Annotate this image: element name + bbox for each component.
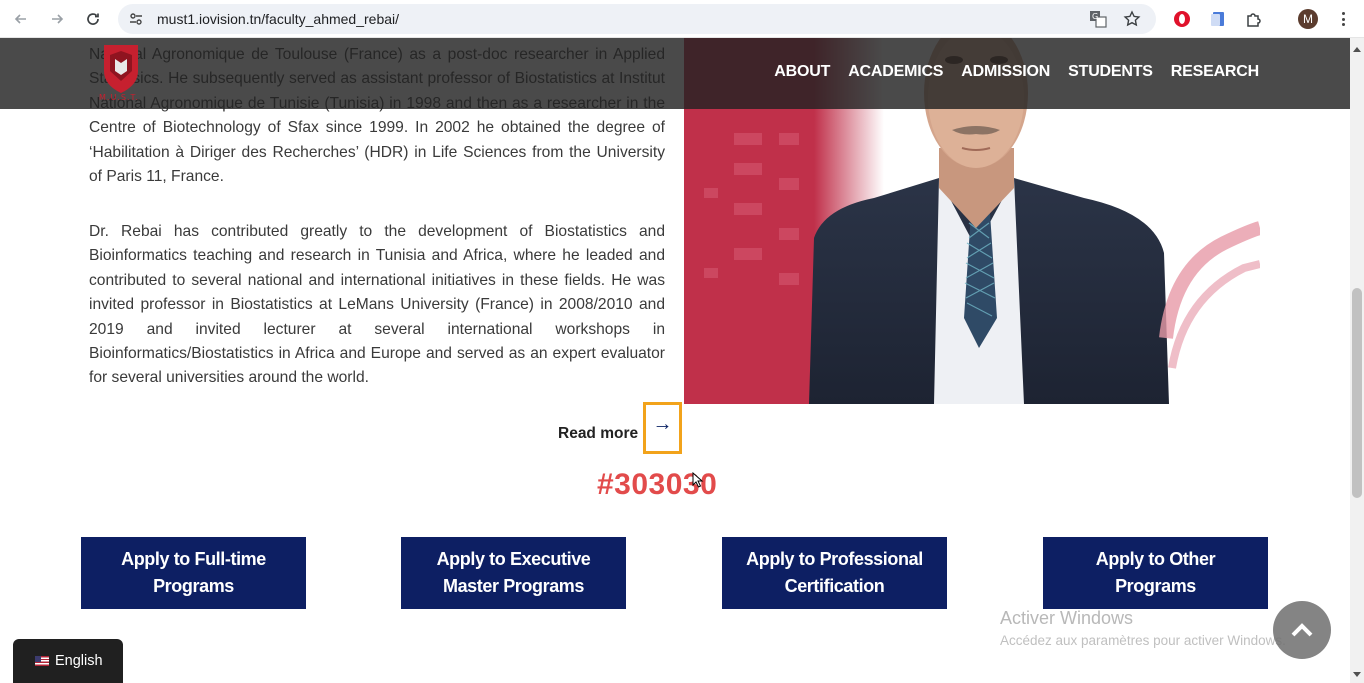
main-menu: ABOUT ACADEMICS ADMISSION STUDENTS RESEA… [774, 63, 1259, 81]
browser-toolbar: must1.iovision.tn/faculty_ahmed_rebai/ G… [0, 0, 1364, 38]
document-extension-icon[interactable] [1208, 9, 1228, 29]
windows-activation-title: Activer Windows [1000, 608, 1134, 628]
profile-avatar[interactable]: M [1298, 9, 1318, 29]
page-viewport: National Agronomique de Toulouse (France… [0, 38, 1350, 683]
site-header: M.U.S.T. ABOUT ACADEMICS ADMISSION STUDE… [0, 38, 1350, 109]
translate-icon[interactable]: G [1088, 9, 1108, 29]
scroll-up-arrow-icon[interactable] [1353, 47, 1361, 52]
scroll-to-top-button[interactable] [1273, 601, 1331, 659]
opera-extension-icon[interactable] [1172, 9, 1192, 29]
reload-icon [87, 13, 99, 25]
site-info-icon[interactable] [128, 11, 144, 27]
read-more-arrow-highlight[interactable]: → [643, 402, 682, 454]
windows-activation-subtitle: Accédez aux paramètres pour activer Wind… [1000, 633, 1286, 648]
menu-item-students[interactable]: STUDENTS [1068, 63, 1153, 81]
browser-menu-icon[interactable] [1336, 9, 1350, 29]
apply-other-programs-button[interactable]: Apply to Other Programs [1043, 537, 1268, 609]
back-button[interactable] [10, 8, 32, 30]
forward-button[interactable] [46, 8, 68, 30]
url-text: must1.iovision.tn/faculty_ahmed_rebai/ [157, 11, 400, 27]
menu-item-about[interactable]: ABOUT [774, 63, 830, 81]
arrow-right-icon: → [652, 412, 673, 435]
us-flag-icon [35, 656, 49, 666]
page-scrollbar[interactable] [1350, 38, 1364, 683]
back-arrow-icon [14, 14, 26, 24]
scrollbar-thumb[interactable] [1352, 288, 1362, 498]
language-switcher[interactable]: English [13, 639, 123, 683]
must-logo[interactable]: M.U.S.T. [96, 41, 146, 102]
extensions-puzzle-icon[interactable] [1244, 9, 1264, 29]
menu-item-admission[interactable]: ADMISSION [961, 63, 1050, 81]
chevron-up-icon [1291, 623, 1313, 637]
apply-professional-certification-button[interactable]: Apply to Professional Certification [722, 537, 947, 609]
must-logo-icon: M.U.S.T. [99, 45, 139, 102]
language-label: English [55, 653, 103, 669]
read-more-link[interactable]: Read more [558, 425, 638, 443]
bio-paragraph-2: Dr. Rebai has contributed greatly to the… [89, 223, 665, 387]
menu-item-research[interactable]: RESEARCH [1171, 63, 1259, 81]
scroll-down-arrow-icon[interactable] [1353, 672, 1361, 677]
reload-button[interactable] [82, 8, 104, 30]
svg-text:G: G [1092, 12, 1098, 21]
apply-executive-master-button[interactable]: Apply to Executive Master Programs [401, 537, 626, 609]
bookmark-star-icon[interactable] [1122, 9, 1142, 29]
address-bar[interactable]: must1.iovision.tn/faculty_ahmed_rebai/ G [118, 4, 1156, 34]
forward-arrow-icon [52, 14, 64, 24]
apply-full-time-button[interactable]: Apply to Full-time Programs [81, 537, 306, 609]
mouse-cursor-icon [692, 472, 704, 488]
menu-item-academics[interactable]: ACADEMICS [848, 63, 943, 81]
must-logo-text: M.U.S.T. [99, 93, 139, 101]
